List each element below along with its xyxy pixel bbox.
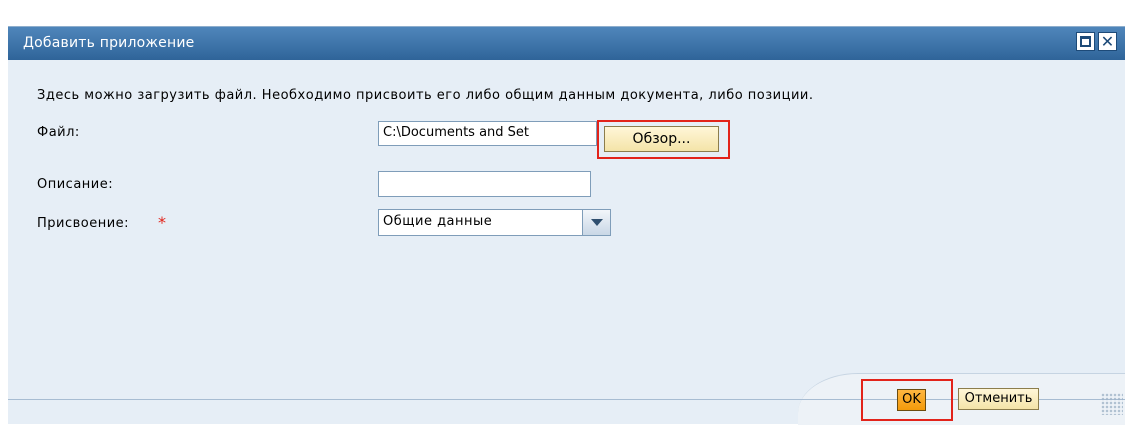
ok-button-highlight: OK <box>861 379 953 421</box>
file-path-input[interactable]: C:\Documents and Set <box>378 121 597 146</box>
file-label: Файл: <box>37 125 80 140</box>
resize-grip-icon[interactable] <box>1101 393 1123 415</box>
description-label: Описание: <box>37 177 114 192</box>
chevron-down-icon[interactable] <box>582 210 610 235</box>
assignment-selected-value: Общие данные <box>383 214 493 229</box>
dialog-title: Добавить приложение <box>23 35 195 51</box>
assignment-select[interactable]: Общие данные <box>378 209 611 236</box>
close-icon[interactable]: ✕ <box>1098 32 1117 51</box>
assignment-label: Присвоение: <box>37 216 130 231</box>
maximize-icon[interactable] <box>1076 32 1095 51</box>
browse-button[interactable]: Обзор... <box>604 126 719 152</box>
description-input[interactable] <box>378 171 591 197</box>
browse-button-highlight: Обзор... <box>597 120 730 159</box>
cancel-button[interactable]: Отменить <box>958 388 1039 410</box>
required-marker: * <box>158 213 166 232</box>
dialog-titlebar: Добавить приложение ✕ <box>8 27 1125 60</box>
ok-button[interactable]: OK <box>897 389 926 411</box>
instruction-text: Здесь можно загрузить файл. Необходимо п… <box>37 88 814 103</box>
add-attachment-dialog: Добавить приложение ✕ Здесь можно загруз… <box>8 26 1125 425</box>
